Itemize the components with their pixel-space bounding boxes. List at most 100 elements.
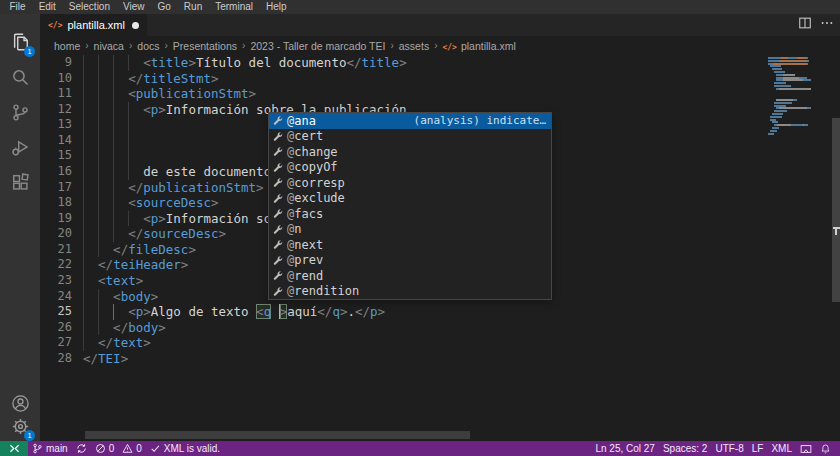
minimap-line: [774, 82, 786, 84]
search-icon[interactable]: [0, 62, 40, 92]
suggestion-facs[interactable]: @facs: [269, 206, 551, 222]
property-icon: [272, 177, 285, 188]
breadcrumb-item[interactable]: 2023 - Taller de marcado TEI: [250, 40, 385, 52]
tab-bar: </> plantilla.xml: [40, 14, 840, 36]
code-line[interactable]: 28</TEI>: [40, 351, 765, 367]
suggestion-ana[interactable]: @ana(analysis) indicate…: [269, 113, 551, 129]
breadcrumb-item[interactable]: nivaca: [94, 40, 124, 52]
suggestion-corresp[interactable]: @corresp: [269, 175, 551, 191]
code-line[interactable]: 11 <publicationStmt>: [40, 86, 765, 102]
minimap-line: [772, 121, 778, 123]
indent-guide: [83, 133, 84, 149]
badge: 1: [24, 430, 35, 441]
minimap-line: [768, 133, 774, 135]
suggestion-label: next: [294, 238, 323, 252]
suggestion-n[interactable]: @n: [269, 222, 551, 238]
menu-file[interactable]: File: [3, 0, 32, 14]
extensions-icon[interactable]: [0, 167, 40, 197]
line-number: 18: [40, 195, 72, 211]
code-line[interactable]: 10 </titleStmt>: [40, 71, 765, 87]
source-control-icon[interactable]: [0, 97, 40, 127]
suggestion-label: n: [294, 222, 301, 236]
indent-guide: [113, 148, 114, 164]
indent-guide: [98, 117, 99, 133]
menu-selection[interactable]: Selection: [62, 0, 116, 14]
suggestion-change[interactable]: @change: [269, 144, 551, 160]
status-xml-is-valid-[interactable]: XML is valid.: [146, 441, 224, 456]
settings-gear-icon[interactable]: 1: [0, 411, 40, 441]
indent-guide: [83, 148, 84, 164]
minimap-line: [774, 85, 791, 87]
status-remote-icon[interactable]: [0, 441, 28, 456]
breadcrumb-separator-icon: ›: [129, 40, 132, 51]
code-line[interactable]: 27 </text>: [40, 335, 765, 351]
menu-go[interactable]: Go: [151, 0, 177, 14]
minimap-line: [770, 65, 781, 67]
status-lf[interactable]: LF: [748, 441, 768, 456]
code-line[interactable]: 25 <p>Algo de texto <q >aquí</q>.</p>: [40, 304, 765, 320]
breadcrumb-separator-icon: ›: [85, 40, 88, 51]
editor-scrollbar[interactable]: [832, 55, 840, 441]
code-line[interactable]: 9 <title>Título del documento</title>: [40, 55, 765, 71]
status-spaces-2[interactable]: Spaces: 2: [659, 441, 711, 456]
breadcrumb-item[interactable]: home: [54, 40, 80, 52]
menu-terminal[interactable]: Terminal: [209, 0, 260, 14]
suggestion-copyOf[interactable]: @copyOf: [269, 160, 551, 176]
minimap[interactable]: [765, 55, 832, 441]
breadcrumb-item[interactable]: </>plantilla.xml: [442, 40, 515, 52]
code-line[interactable]: 26 </body>: [40, 320, 765, 336]
run-debug-icon[interactable]: [0, 132, 40, 162]
breadcrumb-item[interactable]: docs: [137, 40, 159, 52]
status-utf-8[interactable]: UTF-8: [711, 441, 747, 456]
minimap-line: [772, 68, 782, 70]
minimap-line: [770, 119, 776, 121]
status-cast-icon[interactable]: [796, 441, 816, 456]
code-text: </teiHeader>: [83, 257, 188, 273]
git-branch-icon: [32, 443, 43, 454]
status-bar: main00XML is valid. Ln 25, Col 27Spaces:…: [0, 441, 840, 456]
menu-help[interactable]: Help: [260, 0, 294, 14]
suggestion-label: exclude: [294, 191, 345, 205]
suggestion-cert[interactable]: @cert: [269, 129, 551, 145]
line-number: 17: [40, 180, 72, 196]
property-icon: [272, 115, 285, 126]
remote-icon: [8, 442, 21, 455]
suggestion-exclude[interactable]: @exclude: [269, 191, 551, 207]
cast-icon: [800, 443, 812, 455]
status-0[interactable]: 0: [91, 441, 119, 456]
code-text: </text>: [83, 335, 151, 351]
code-text: <publicationStmt>: [83, 86, 256, 102]
tab-label: plantilla.xml: [67, 19, 124, 31]
suggestion-next[interactable]: @next: [269, 237, 551, 253]
menu-run[interactable]: Run: [177, 0, 208, 14]
status-xml[interactable]: XML: [767, 441, 796, 456]
more-actions-icon[interactable]: [820, 16, 834, 34]
status-ln-25-col-27[interactable]: Ln 25, Col 27: [591, 441, 659, 456]
menu-edit[interactable]: Edit: [32, 0, 62, 14]
status-main[interactable]: main: [28, 441, 72, 456]
minimap-line: [768, 60, 809, 62]
suggestion-prev[interactable]: @prev: [269, 253, 551, 269]
minimap-line: [776, 79, 811, 81]
horizontal-scrollbar[interactable]: [85, 431, 470, 439]
menu-bar: FileEditSelectionViewGoRunTerminalHelp: [0, 0, 840, 14]
menu-view[interactable]: View: [117, 0, 152, 14]
tab-plantilla-xml[interactable]: </> plantilla.xml: [40, 14, 147, 36]
property-icon: [272, 270, 285, 281]
indent-guide: [128, 148, 129, 164]
line-number: 20: [40, 226, 72, 242]
suggestion-rendition[interactable]: @rendition: [269, 284, 551, 300]
status-bell-icon[interactable]: [816, 441, 835, 456]
line-number: 10: [40, 71, 72, 87]
explorer-icon[interactable]: 1: [0, 27, 40, 57]
scrollbar-slider[interactable]: [832, 118, 840, 302]
suggestion-rend[interactable]: @rend: [269, 268, 551, 284]
property-icon: [272, 224, 285, 235]
status-sync-icon[interactable]: [72, 441, 91, 456]
code-text: <p>Algo de texto <q >aquí</q>.</p>: [83, 304, 385, 320]
status-0[interactable]: 0: [118, 441, 146, 456]
split-editor-icon[interactable]: [798, 16, 812, 34]
breadcrumb-item[interactable]: assets: [399, 40, 429, 52]
minimap-line: [774, 124, 808, 126]
breadcrumb-item[interactable]: Presentations: [173, 40, 237, 52]
